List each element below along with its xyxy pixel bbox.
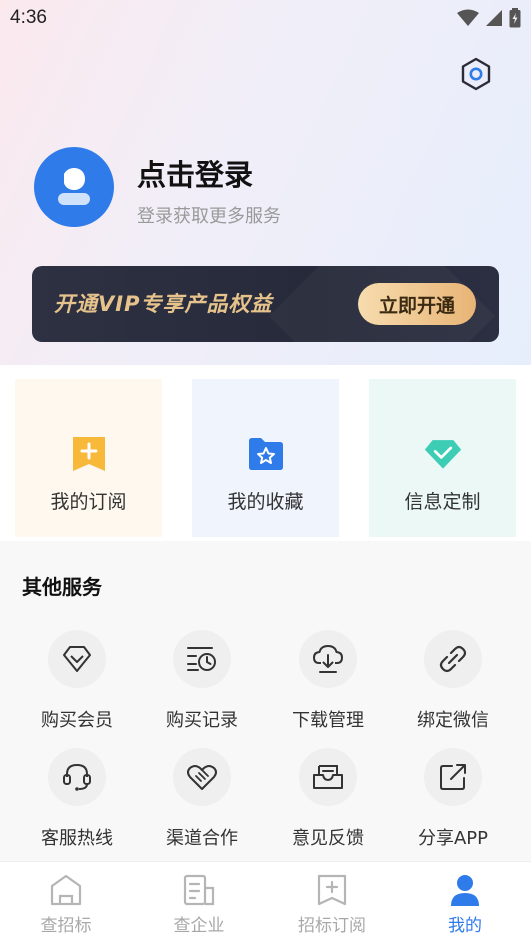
service-label: 绑定微信 bbox=[417, 710, 489, 731]
service-customer-hotline[interactable]: 客服热线 bbox=[22, 748, 132, 858]
vip-banner[interactable]: 开通VIP专享产品权益 立即开通 bbox=[32, 266, 499, 342]
diamond-icon bbox=[63, 646, 91, 672]
vip-promo-text: 开通VIP专享产品权益 bbox=[54, 292, 273, 316]
service-label: 下载管理 bbox=[292, 710, 364, 731]
tab-label: 查企业 bbox=[173, 916, 225, 936]
settings-button[interactable] bbox=[457, 55, 495, 93]
service-purchase-history[interactable]: 购买记录 bbox=[147, 630, 257, 740]
check-diamond-icon bbox=[424, 440, 461, 469]
service-label: 分享APP bbox=[417, 828, 489, 849]
tab-search-bids[interactable]: 查招标 bbox=[11, 872, 121, 942]
service-download-manager[interactable]: 下载管理 bbox=[273, 630, 383, 740]
service-label: 意见反馈 bbox=[292, 828, 364, 849]
service-feedback[interactable]: 意见反馈 bbox=[273, 748, 383, 858]
login-subtitle: 登录获取更多服务 bbox=[137, 206, 281, 227]
headset-icon bbox=[63, 763, 91, 791]
login-title[interactable]: 点击登录 bbox=[137, 152, 253, 194]
cloud-download-icon bbox=[313, 645, 343, 673]
my-subscriptions-label: 我的订阅 bbox=[50, 491, 127, 513]
my-subscriptions-card[interactable]: 我的订阅 bbox=[15, 379, 162, 537]
status-time: 4:36 bbox=[10, 7, 47, 28]
my-favorites-card[interactable]: 我的收藏 bbox=[192, 379, 339, 537]
link-icon bbox=[439, 645, 467, 673]
share-icon bbox=[440, 764, 466, 790]
service-label: 购买记录 bbox=[166, 710, 238, 731]
quick-actions: 我的订阅 我的收藏 信息定制 bbox=[0, 365, 531, 541]
service-bind-wechat[interactable]: 绑定微信 bbox=[398, 630, 508, 740]
status-icons bbox=[457, 8, 521, 28]
other-services-section: 其他服务 购买会员 购买记录 下载管理 绑定微信 客服热线 渠道合作 意见反馈 … bbox=[0, 541, 531, 861]
service-label: 渠道合作 bbox=[166, 828, 238, 849]
star-folder-icon bbox=[248, 438, 283, 470]
service-buy-membership[interactable]: 购买会员 bbox=[22, 630, 132, 740]
tab-label: 招标订阅 bbox=[298, 916, 366, 936]
service-channel-cooperation[interactable]: 渠道合作 bbox=[147, 748, 257, 858]
user-icon bbox=[451, 875, 479, 906]
signal-icon bbox=[486, 10, 502, 26]
mailbox-icon bbox=[313, 765, 343, 789]
status-bar: 4:36 bbox=[0, 0, 531, 36]
info-custom-label: 信息定制 bbox=[404, 491, 481, 513]
tab-label: 我的 bbox=[448, 916, 482, 936]
tab-label: 查招标 bbox=[40, 916, 92, 936]
subscribe-icon bbox=[317, 874, 347, 906]
other-services-title: 其他服务 bbox=[22, 575, 102, 599]
battery-icon bbox=[509, 8, 521, 28]
vip-open-button[interactable]: 立即开通 bbox=[358, 283, 476, 325]
handshake-heart-icon bbox=[187, 765, 217, 790]
tab-mine[interactable]: 我的 bbox=[410, 872, 520, 942]
service-label: 购买会员 bbox=[41, 710, 113, 731]
user-avatar-icon bbox=[58, 168, 90, 205]
wifi-icon bbox=[457, 9, 479, 26]
my-favorites-label: 我的收藏 bbox=[227, 491, 304, 513]
tab-bid-subscription[interactable]: 招标订阅 bbox=[277, 872, 387, 942]
info-custom-card[interactable]: 信息定制 bbox=[369, 379, 516, 537]
company-icon bbox=[183, 874, 215, 906]
service-share-app[interactable]: 分享APP bbox=[398, 748, 508, 858]
settings-icon bbox=[461, 57, 491, 91]
bookmark-plus-icon bbox=[72, 437, 105, 471]
service-label: 客服热线 bbox=[41, 828, 113, 849]
bottom-tab-bar: 查招标 查企业 招标订阅 我的 bbox=[0, 861, 531, 944]
home-icon bbox=[50, 874, 82, 906]
history-list-icon bbox=[187, 647, 216, 671]
tab-search-companies[interactable]: 查企业 bbox=[144, 872, 254, 942]
avatar[interactable] bbox=[34, 147, 114, 227]
